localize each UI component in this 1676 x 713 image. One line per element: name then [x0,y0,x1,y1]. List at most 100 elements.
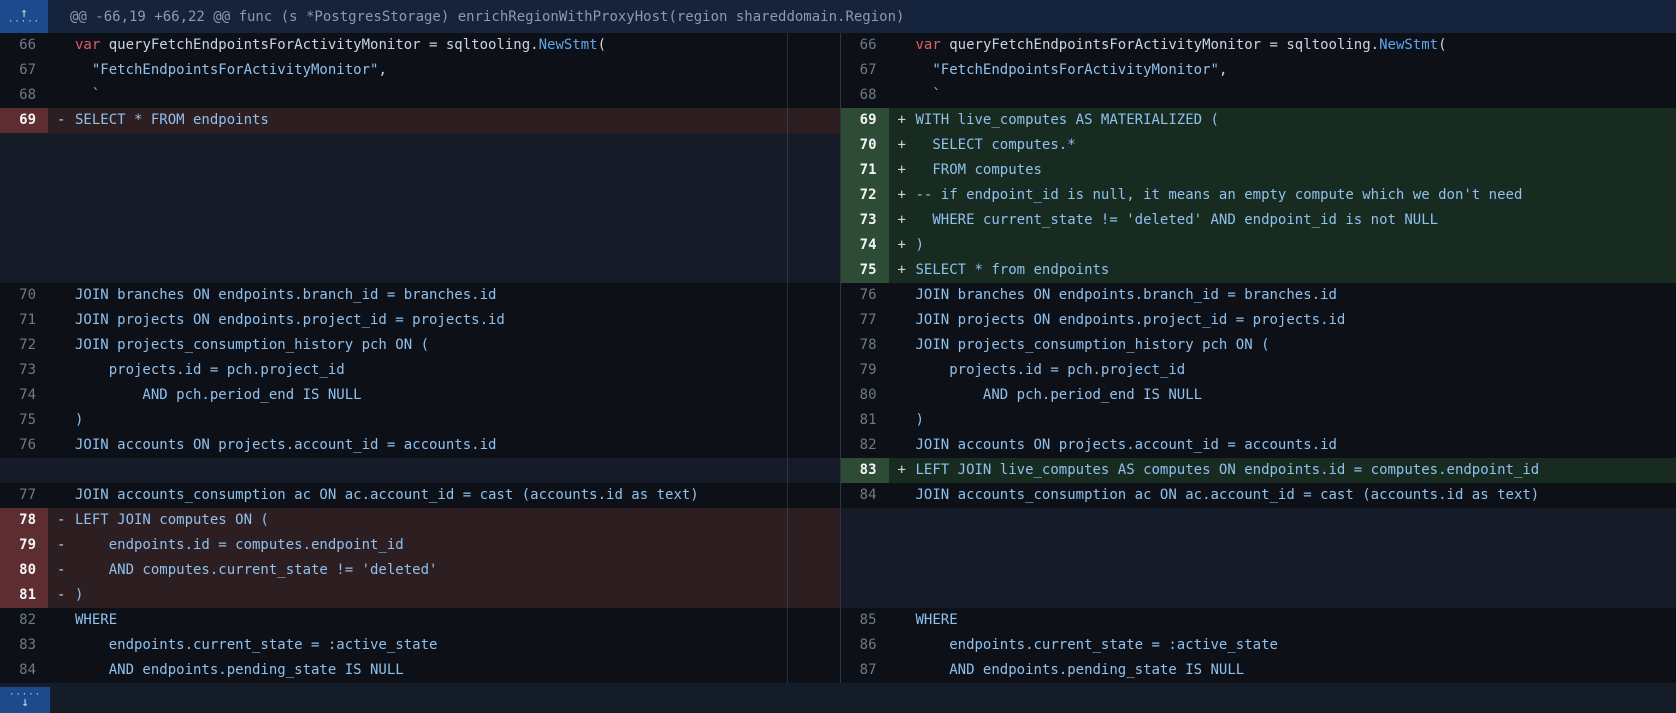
diff-row-82[interactable]: 82JOIN accounts ON projects.account_id =… [841,433,1676,458]
diff-row-75[interactable]: 75+SELECT * from endpoints [841,258,1676,283]
line-number[interactable]: 66 [841,33,889,58]
line-number[interactable]: 80 [841,383,889,408]
diff-row-87[interactable]: 87 AND endpoints.pending_state IS NULL [841,658,1676,683]
line-number[interactable]: 87 [841,658,889,683]
diff-row-71[interactable]: 71JOIN projects ON endpoints.project_id … [0,308,840,333]
line-number[interactable]: 70 [841,133,889,158]
line-number[interactable]: 67 [841,58,889,83]
line-number[interactable]: 83 [0,633,48,658]
line-number[interactable]: 66 [0,33,48,58]
line-number[interactable]: 75 [841,258,889,283]
line-number[interactable]: 81 [0,583,48,608]
line-number[interactable]: 72 [841,183,889,208]
line-number[interactable]: 84 [0,658,48,683]
line-number[interactable]: 77 [841,308,889,333]
line-number[interactable]: 85 [841,608,889,633]
line-number[interactable]: 76 [0,433,48,458]
line-number[interactable]: 82 [0,608,48,633]
code-token: ` [75,83,100,108]
expand-down-button[interactable]: ····· ↓ [0,687,50,713]
diff-row-82[interactable]: 82WHERE [0,608,840,633]
line-number[interactable]: 81 [841,408,889,433]
line-number[interactable]: 74 [841,233,889,258]
line-number[interactable]: 73 [841,208,889,233]
diff-split-view: 66var queryFetchEndpointsForActivityMoni… [0,33,1676,683]
line-number[interactable]: 67 [0,58,48,83]
line-content: JOIN accounts_consumption ac ON ac.accou… [889,483,1676,508]
line-number[interactable]: 75 [0,408,48,433]
diff-row-73[interactable]: 73+ WHERE current_state != 'deleted' AND… [841,208,1676,233]
diff-row-79[interactable]: 79- endpoints.id = computes.endpoint_id [0,533,840,558]
diff-row-69[interactable]: 69+WITH live_computes AS MATERIALIZED ( [841,108,1676,133]
line-number[interactable]: 78 [0,508,48,533]
line-number[interactable]: 70 [0,283,48,308]
diff-row-85[interactable]: 85WHERE [841,608,1676,633]
line-number[interactable]: 71 [0,308,48,333]
diff-row-72[interactable]: 72JOIN projects_consumption_history pch … [0,333,840,358]
diff-row-66[interactable]: 66var queryFetchEndpointsForActivityMoni… [841,33,1676,58]
diff-row-70[interactable]: 70JOIN branches ON endpoints.branch_id =… [0,283,840,308]
line-number[interactable]: 77 [0,483,48,508]
line-number[interactable]: 83 [841,458,889,483]
code-token: WHERE current_state != 'deleted' AND end… [916,208,1439,233]
diff-sign [898,633,916,658]
line-number[interactable]: 76 [841,283,889,308]
diff-row-80[interactable]: 80- AND computes.current_state != 'delet… [0,558,840,583]
diff-row-68[interactable]: 68 ` [841,83,1676,108]
line-number[interactable]: 73 [0,358,48,383]
diff-row-68[interactable]: 68 ` [0,83,840,108]
diff-row-filler [841,558,1676,583]
diff-row-79[interactable]: 79 projects.id = pch.project_id [841,358,1676,383]
diff-row-75[interactable]: 75) [0,408,840,433]
diff-row-67[interactable]: 67 "FetchEndpointsForActivityMonitor", [0,58,840,83]
diff-sign [898,558,916,583]
line-number[interactable]: 80 [0,558,48,583]
line-content: endpoints.current_state = :active_state [889,633,1676,658]
line-content [48,183,840,208]
expand-up-button[interactable]: ↑ ····· [0,0,48,33]
line-number[interactable]: 84 [841,483,889,508]
diff-row-86[interactable]: 86 endpoints.current_state = :active_sta… [841,633,1676,658]
diff-sign: + [898,233,916,258]
line-content: projects.id = pch.project_id [48,358,840,383]
diff-row-76[interactable]: 76JOIN branches ON endpoints.branch_id =… [841,283,1676,308]
line-number[interactable]: 69 [841,108,889,133]
line-number[interactable]: 72 [0,333,48,358]
line-number[interactable]: 86 [841,633,889,658]
diff-row-81[interactable]: 81-) [0,583,840,608]
line-number[interactable]: 69 [0,108,48,133]
diff-row-69[interactable]: 69-SELECT * FROM endpoints [0,108,840,133]
diff-sign [898,33,916,58]
diff-sign [57,358,75,383]
diff-row-83[interactable]: 83+LEFT JOIN live_computes AS computes O… [841,458,1676,483]
diff-row-84[interactable]: 84JOIN accounts_consumption ac ON ac.acc… [841,483,1676,508]
diff-row-78[interactable]: 78JOIN projects_consumption_history pch … [841,333,1676,358]
diff-row-83[interactable]: 83 endpoints.current_state = :active_sta… [0,633,840,658]
diff-row-84[interactable]: 84 AND endpoints.pending_state IS NULL [0,658,840,683]
diff-row-77[interactable]: 77JOIN projects ON endpoints.project_id … [841,308,1676,333]
line-number[interactable]: 78 [841,333,889,358]
diff-row-74[interactable]: 74+) [841,233,1676,258]
line-number[interactable]: 82 [841,433,889,458]
line-content: +-- if endpoint_id is null, it means an … [889,183,1676,208]
diff-row-81[interactable]: 81) [841,408,1676,433]
diff-row-78[interactable]: 78-LEFT JOIN computes ON ( [0,508,840,533]
code-token: SELECT computes.* [916,133,1076,158]
line-number[interactable]: 68 [841,83,889,108]
diff-row-77[interactable]: 77JOIN accounts_consumption ac ON ac.acc… [0,483,840,508]
line-number[interactable]: 79 [841,358,889,383]
diff-row-72[interactable]: 72+-- if endpoint_id is null, it means a… [841,183,1676,208]
diff-row-66[interactable]: 66var queryFetchEndpointsForActivityMoni… [0,33,840,58]
diff-row-76[interactable]: 76JOIN accounts ON projects.account_id =… [0,433,840,458]
line-number[interactable]: 68 [0,83,48,108]
diff-row-70[interactable]: 70 + SELECT computes.* [841,133,1676,158]
diff-row-80[interactable]: 80 AND pch.period_end IS NULL [841,383,1676,408]
diff-row-71[interactable]: 71+ FROM computes [841,158,1676,183]
diff-row-74[interactable]: 74 AND pch.period_end IS NULL [0,383,840,408]
line-number[interactable]: 79 [0,533,48,558]
diff-row-73[interactable]: 73 projects.id = pch.project_id [0,358,840,383]
line-number[interactable]: 74 [0,383,48,408]
diff-row-67[interactable]: 67 "FetchEndpointsForActivityMonitor", [841,58,1676,83]
diff-sign: + [898,133,916,158]
line-number[interactable]: 71 [841,158,889,183]
